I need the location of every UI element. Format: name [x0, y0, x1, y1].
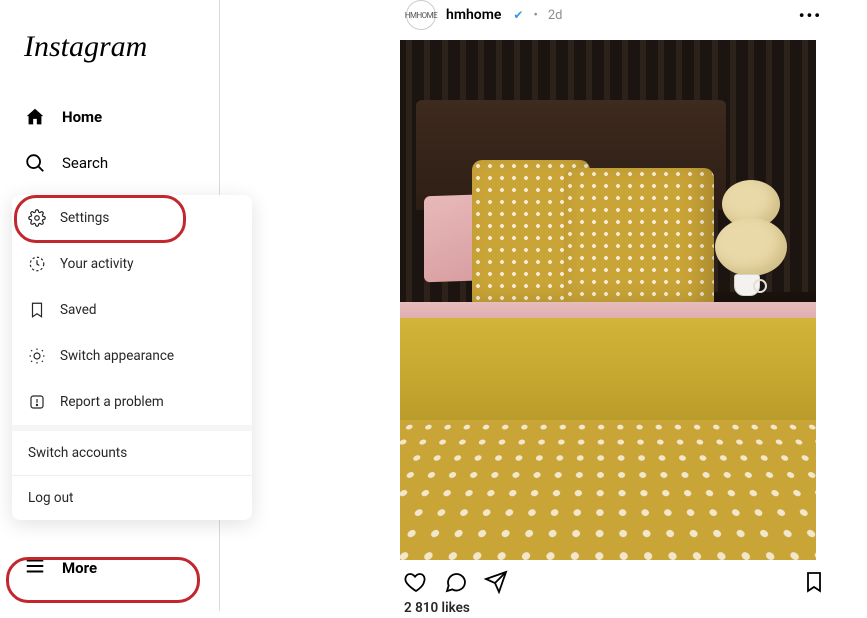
hamburger-icon	[24, 555, 46, 581]
home-icon	[24, 106, 46, 128]
separator-dot: •	[533, 8, 537, 23]
menu-appearance-label: Switch appearance	[60, 348, 174, 364]
comment-button[interactable]	[444, 570, 468, 594]
menu-your-activity[interactable]: Your activity	[12, 241, 252, 287]
share-button[interactable]	[484, 570, 508, 594]
menu-report-problem[interactable]: Report a problem	[12, 379, 252, 425]
post-timestamp: 2d	[548, 8, 563, 23]
menu-settings-label: Settings	[60, 210, 109, 226]
menu-switch-accounts[interactable]: Switch accounts	[12, 431, 252, 475]
menu-switch-appearance[interactable]: Switch appearance	[12, 333, 252, 379]
search-icon	[24, 152, 46, 174]
post-actions	[400, 560, 830, 598]
menu-saved[interactable]: Saved	[12, 287, 252, 333]
like-button[interactable]	[404, 570, 428, 594]
activity-icon	[28, 255, 46, 273]
post-options-button[interactable]: •••	[799, 6, 822, 25]
menu-logout[interactable]: Log out	[12, 476, 252, 520]
post-header: HMHOME hmhome ✔ • 2d •••	[400, 0, 830, 40]
save-button[interactable]	[802, 570, 826, 594]
menu-switch-accounts-label: Switch accounts	[28, 445, 127, 461]
image-duvet-solid	[400, 318, 816, 428]
nav-home[interactable]: Home	[12, 94, 207, 140]
settings-icon	[28, 209, 46, 227]
feed: HMHOME hmhome ✔ • 2d ••• 2 810 l	[400, 0, 830, 618]
menu-logout-label: Log out	[28, 490, 73, 506]
menu-settings[interactable]: Settings	[12, 195, 252, 241]
post-likes-count[interactable]: 2 810 likes	[400, 598, 830, 618]
nav-search-label: Search	[62, 154, 108, 172]
more-menu-popover: Settings Your activity Saved Switch appe…	[12, 195, 252, 520]
post-avatar[interactable]: HMHOME	[406, 0, 436, 30]
nav-search[interactable]: Search	[12, 140, 207, 186]
report-icon	[28, 393, 46, 411]
bookmark-icon	[28, 301, 46, 319]
nav-home-label: Home	[62, 108, 102, 126]
theme-icon	[28, 347, 46, 365]
post-username[interactable]: hmhome	[446, 7, 501, 23]
image-duvet-pattern	[400, 420, 816, 560]
image-cup	[734, 274, 760, 296]
nav-more[interactable]: More	[12, 543, 109, 593]
menu-activity-label: Your activity	[60, 256, 133, 272]
nav-more-label: More	[62, 559, 97, 577]
verified-badge-icon: ✔	[513, 8, 523, 22]
image-lamp	[714, 180, 788, 280]
image-pillow-2	[564, 168, 714, 316]
instagram-logo[interactable]: Instagram	[12, 30, 207, 64]
menu-saved-label: Saved	[60, 302, 97, 318]
post-image[interactable]	[400, 40, 816, 560]
menu-report-label: Report a problem	[60, 394, 164, 410]
